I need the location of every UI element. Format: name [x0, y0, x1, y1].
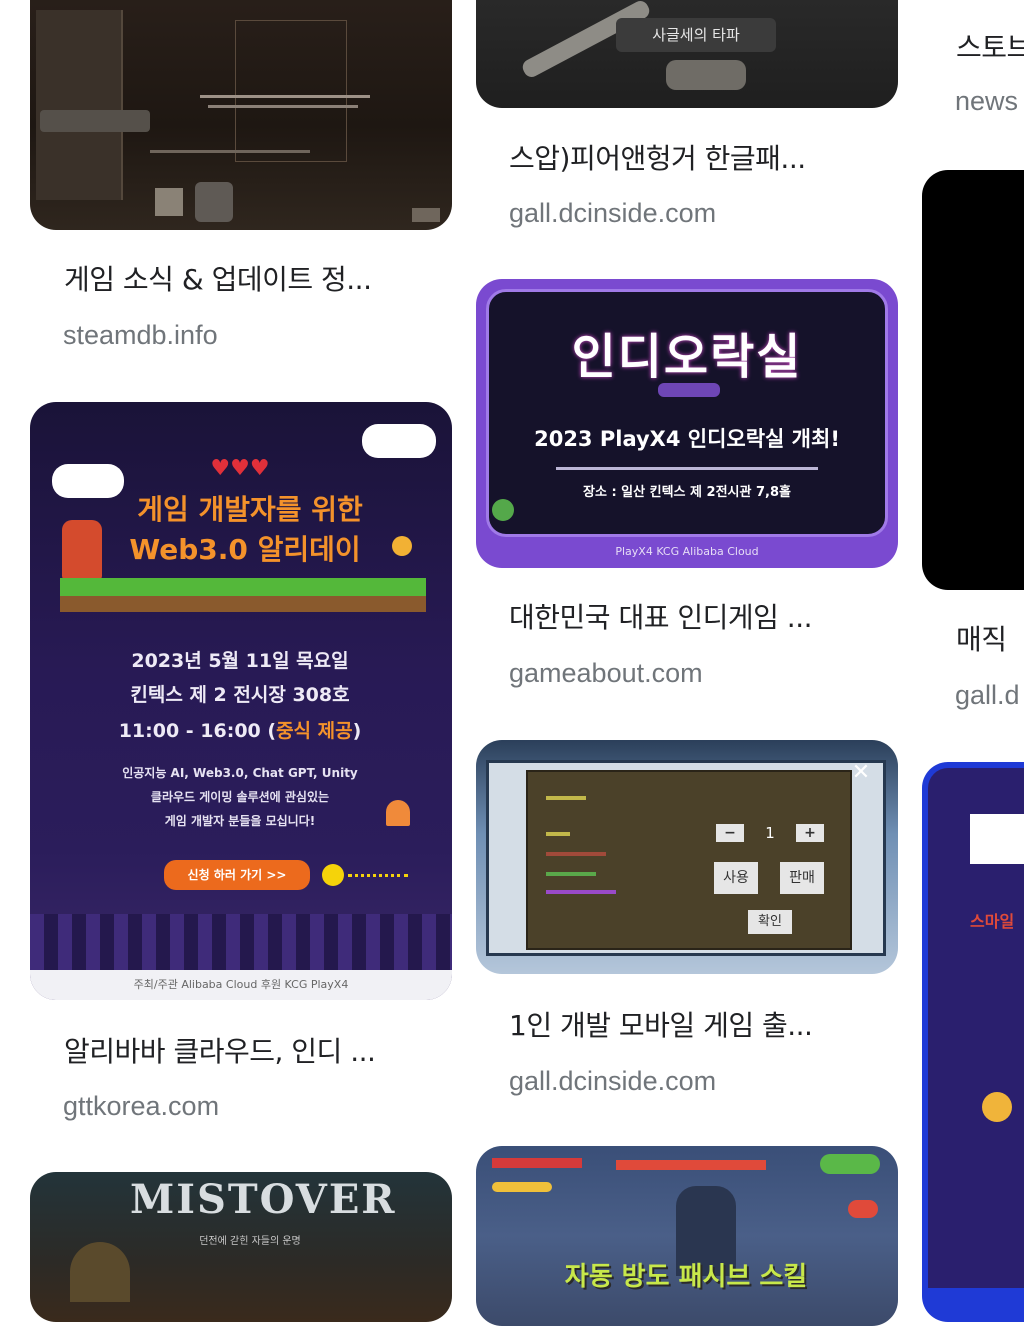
game-panel-left-tab: [40, 110, 150, 132]
hp-bar: [492, 1158, 582, 1168]
result-image-mistover[interactable]: MISTOVER 던전에 갇힌 자들의 운명: [30, 1172, 452, 1322]
dialog-line: [546, 796, 586, 800]
skill-badge: [820, 1154, 880, 1174]
poster-desc-3: 게임 개발자 분들을 모십니다!: [164, 814, 316, 828]
game-panel-left: [36, 10, 123, 200]
result-source: gameabout.com: [509, 658, 703, 688]
result-title[interactable]: 게임 소식 & 업데이트 정...: [64, 258, 424, 298]
dialog-line: [546, 890, 616, 894]
game-corner-label: [412, 208, 440, 222]
mistover-logo: MISTOVER: [130, 1176, 397, 1223]
enemy-bar: [616, 1160, 766, 1170]
poster-cta-button: 신청 하러 가기 >>: [164, 860, 310, 890]
confirm-button: 확인: [748, 910, 792, 934]
hp-bar: [492, 1182, 552, 1192]
result-image-fearhunger[interactable]: 사글세의 타파: [476, 0, 898, 108]
poster-desc-1: 인공지능 AI, Web3.0, Chat GPT, Unity: [122, 766, 358, 780]
result-source: gttkorea.com: [63, 1091, 220, 1121]
indie-arcade-logo: 인디오락실: [571, 329, 803, 385]
close-icon: ✕: [851, 760, 871, 785]
result-title-partial[interactable]: 매직: [956, 618, 1024, 658]
poster-time-highlight: 중식 제공: [276, 720, 353, 742]
grass-strip: [60, 578, 426, 596]
poster-headline-2: Web3.0 알리데이: [129, 533, 361, 566]
result-title-partial[interactable]: 스토브: [956, 26, 1024, 66]
poster-venue: 킨텍스 제 2 전시장 308호: [130, 684, 350, 706]
flower-icon: [392, 536, 412, 556]
poster-desc-2: 클라우드 게이밍 솔루션에 관심있는: [150, 790, 330, 804]
result-image-mobilegame[interactable]: ✕ − 1 + 사용 판매 확인: [476, 740, 898, 974]
plus-button: +: [796, 824, 824, 842]
result-image-skillgame[interactable]: 자동 방도 패시브 스킬: [476, 1146, 898, 1326]
character-icon: [982, 1092, 1012, 1122]
poster-date: 2023년 5월 11일 목요일: [131, 650, 349, 672]
skill-badge: [848, 1200, 878, 1218]
poster-footer: 주최/주관 Alibaba Cloud 후원 KCG PlayX4: [133, 978, 349, 991]
result-image-gameabout[interactable]: 인디오락실 2023 PlayX4 인디오락실 개최! 장소 : 일산 킨텍스 …: [476, 279, 898, 568]
ghost-icon: [386, 800, 410, 826]
indie-venue: 장소 : 일산 킨텍스 제 2전시관 7,8홀: [583, 485, 791, 500]
result-source: gall.dcinside.com: [509, 1066, 717, 1096]
result-source-partial: news: [955, 86, 1019, 116]
pacman-icon: [322, 864, 344, 886]
poster-time: 11:00 - 16:00 (중식 제공): [90, 716, 390, 743]
poster-time-prefix: 11:00 - 16:00 (: [118, 720, 277, 742]
use-button: 사용: [714, 862, 758, 894]
game-item-slot: [195, 182, 233, 222]
result-image-black[interactable]: [922, 170, 1024, 590]
game-text-line: [208, 105, 358, 108]
sell-button: 판매: [780, 862, 824, 894]
result-source-partial: gall.d: [955, 680, 1020, 710]
cloud-icon: [362, 424, 436, 458]
logo-badge: [658, 383, 720, 397]
indie-sub-line: [556, 467, 818, 470]
result-source: gall.dcinside.com: [509, 198, 717, 228]
quantity-label: 1: [765, 824, 775, 842]
dialog-line: [546, 852, 606, 856]
blue-box: [970, 814, 1024, 864]
result-source: steamdb.info: [63, 320, 218, 350]
joystick-icon: [492, 499, 514, 521]
result-image-gttkorea[interactable]: ♥♥♥ 게임 개발자를 위한 Web3.0 알리데이 2023년 5월 11일 …: [30, 402, 452, 1000]
image-caption-label: 사글세의 타파: [616, 18, 776, 52]
skill-caption: 자동 방도 패시브 스킬: [564, 1262, 808, 1292]
poster-time-suffix: ): [352, 720, 362, 742]
dialog-line: [546, 872, 596, 876]
result-title[interactable]: 알리바바 클라우드, 인디 ...: [64, 1030, 424, 1070]
cloud-icon: [52, 464, 124, 498]
game-item-slot: [155, 188, 183, 216]
poster-headline-1: 게임 개발자를 위한: [137, 493, 363, 526]
result-image-blue[interactable]: 스마일: [922, 762, 1024, 1322]
dots-line: [348, 874, 408, 877]
indie-sponsors: PlayX4 KCG Alibaba Cloud: [615, 545, 759, 558]
result-title[interactable]: 1인 개발 모바일 게임 출...: [509, 1004, 869, 1044]
result-image-steamdb[interactable]: [30, 0, 452, 230]
result-title[interactable]: 스압)피어앤헝거 한글패...: [509, 137, 869, 177]
game-text-line: [200, 95, 370, 98]
hearts-icon: ♥♥♥: [210, 456, 270, 481]
result-title[interactable]: 대한민국 대표 인디게임 ...: [509, 596, 869, 636]
dialog-line: [546, 832, 570, 836]
blue-caption: 스마일: [970, 912, 1015, 931]
mistover-figure: [70, 1242, 130, 1302]
game-center-frame: [235, 20, 347, 162]
mistover-subtitle: 던전에 갇힌 자들의 운명: [199, 1236, 301, 1247]
character-icon: [62, 520, 102, 580]
dirt-strip: [60, 596, 426, 612]
game-text-line: [150, 150, 310, 153]
bone-shape: [666, 60, 746, 90]
indie-headline: 2023 PlayX4 인디오락실 개최!: [534, 427, 840, 451]
pixel-band: [30, 914, 452, 970]
minus-button: −: [716, 824, 744, 842]
